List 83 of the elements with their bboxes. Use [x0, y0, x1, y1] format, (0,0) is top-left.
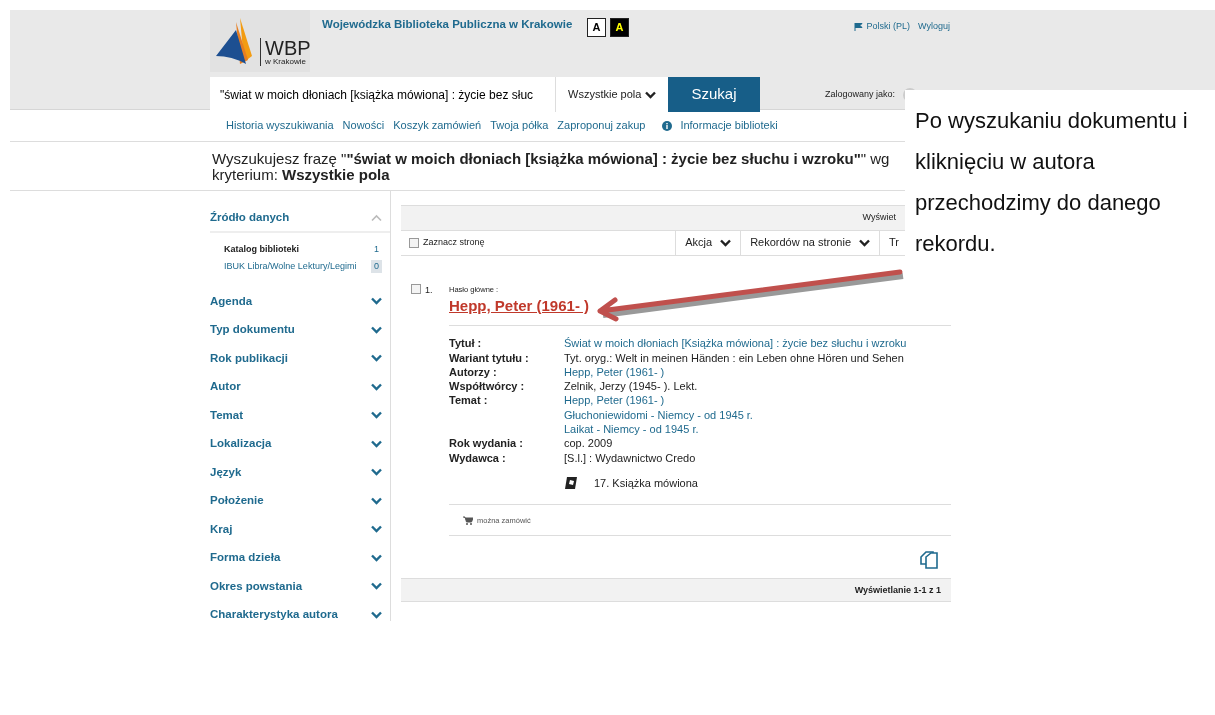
select-page-checkbox[interactable]: Zaznacz stronę — [409, 235, 485, 250]
facet-header[interactable]: Typ dokumentu — [210, 315, 390, 344]
chevron-down-icon — [371, 439, 382, 448]
author-link[interactable]: Hepp, Peter (1961- ) — [449, 296, 590, 314]
chevron-down-icon — [720, 238, 732, 247]
logo-subtitle: w Krakowie — [265, 58, 307, 66]
field-value: Zelnik, Jerzy (1945- ). Lekt. — [564, 379, 698, 394]
nav-link[interactable]: Informacje biblioteki — [662, 117, 778, 134]
library-name[interactable]: Wojewódzka Biblioteka Publiczna w Krakowie — [322, 18, 573, 30]
facet-option[interactable]: Katalog biblioteki — [224, 242, 299, 257]
record-number: 1. — [425, 283, 433, 297]
field-label: Autorzy : — [449, 364, 498, 380]
field-dropdown[interactable]: Wszystkie pola — [556, 77, 668, 112]
chevron-down-icon — [371, 553, 382, 562]
format-label: 17. Książka mówiona — [594, 475, 698, 491]
toolbar-dropdown[interactable]: Rekordów na stronie — [740, 230, 879, 255]
copy-icon — [919, 550, 939, 571]
field-value: cop. 2009 — [564, 436, 613, 451]
field-link[interactable]: Głuchoniewidomi - Niemcy - od 1945 r. — [564, 407, 753, 423]
chevron-down-icon — [371, 297, 382, 306]
search-summary: Wyszukujesz frazę ""świat w moich dłoniach [książka mówiona] : życie bez słuchu i wzroku"" wg kryterium: Wszystkie pola — [212, 149, 891, 183]
facet-header[interactable]: Kraj — [210, 515, 390, 544]
field-label: Współtwórcy : — [449, 379, 526, 394]
facet-header[interactable]: Okres powstania — [210, 572, 390, 601]
facet-option[interactable]: IBUK Libra/Wolne Lektury/Legimi — [224, 259, 357, 274]
cart-icon — [463, 515, 473, 525]
field-value: [S.l.] : Wydawnictwo Credo — [564, 450, 696, 465]
facet-header[interactable]: Położenie — [210, 486, 390, 515]
field-link[interactable]: Świat w moich dłoniach [Książka mówiona] : życie bez słuchu i wzroku — [564, 336, 907, 351]
chevron-down-icon — [371, 496, 382, 505]
book-icon — [564, 476, 578, 491]
chevron-down-icon — [371, 582, 382, 591]
info-icon — [662, 120, 673, 131]
chevron-down-icon — [371, 382, 382, 391]
chevron-down-icon — [371, 468, 382, 477]
toolbar-dropdown[interactable]: Tr — [879, 230, 899, 255]
chevron-down-icon — [371, 354, 382, 363]
field-link[interactable]: Laikat - Niemcy - od 1945 r. — [564, 422, 753, 437]
field-label: Wariant tytułu : — [449, 350, 530, 365]
pagination-info: Wyświetlanie 1-1 z 1 — [854, 583, 941, 597]
chevron-up-icon — [371, 213, 382, 222]
high-contrast-button[interactable]: A — [610, 18, 629, 37]
facet-header[interactable]: Temat — [210, 401, 390, 430]
nav-link[interactable]: Zaproponuj zakup — [557, 117, 646, 134]
results-count: Wyświet — [862, 210, 896, 224]
contrast-button[interactable]: A — [587, 18, 606, 37]
facet-header[interactable]: Język — [210, 458, 390, 487]
logo-text: WBP — [265, 38, 311, 58]
field-label: Tytuł : — [449, 336, 483, 351]
callout-text: Po wyszukaniu dokumentu i kliknięciu w autora przechodzimy do danego rekordu. — [915, 107, 1189, 258]
facet-header[interactable]: Rok publikacji — [210, 344, 390, 373]
field-value: Tyt. oryg.: Welt in meinen Händen : ein Leben ohne Hören und Sehen — [564, 350, 904, 365]
search-button[interactable]: Szukaj — [668, 77, 760, 112]
facet-header[interactable]: Autor — [210, 372, 390, 401]
field-label: Rok wydania : — [449, 436, 524, 451]
nav-link[interactable]: Koszyk zamówień — [393, 117, 482, 134]
logout-link[interactable]: Wyloguj — [918, 20, 950, 34]
nav-link[interactable]: Historia wyszukiwania — [226, 117, 334, 134]
facet-header[interactable]: Agenda — [210, 287, 390, 316]
facet-header[interactable]: Lokalizacja — [210, 429, 390, 458]
record-checkbox[interactable] — [411, 283, 421, 294]
field-label: Temat : — [449, 393, 489, 409]
chevron-down-icon — [859, 238, 870, 247]
facet-header[interactable]: Forma dzieła — [210, 543, 390, 572]
field-label: Wydawca : — [449, 450, 507, 465]
facet-count: 0 — [371, 259, 382, 274]
flag-icon — [853, 22, 863, 31]
toolbar-dropdown[interactable]: Akcja — [675, 230, 741, 255]
chevron-down-icon — [371, 325, 382, 334]
field-link[interactable]: Hepp, Peter (1961- ) — [564, 364, 665, 380]
chevron-down-icon — [371, 525, 382, 534]
chevron-down-icon — [371, 610, 382, 619]
facet-header[interactable]: Źródło danych — [210, 204, 390, 233]
facet-count: 1 — [373, 242, 380, 256]
nav-link[interactable]: Twoja półka — [490, 117, 549, 134]
language-link[interactable]: Polski (PL) — [853, 20, 911, 34]
facet-header[interactable]: Charakterystyka autora — [210, 600, 390, 629]
logged-in-label: Zalogowany jako: — [824, 87, 895, 101]
chevron-down-icon — [371, 411, 382, 420]
nav-link[interactable]: Nowości — [342, 117, 385, 134]
search-field[interactable]: "świat w moich dłoniach [książka mówiona] : życie bez słuc — [210, 77, 556, 112]
chevron-down-icon — [645, 90, 656, 99]
field-link[interactable]: Hepp, Peter (1961- ) — [564, 393, 753, 408]
